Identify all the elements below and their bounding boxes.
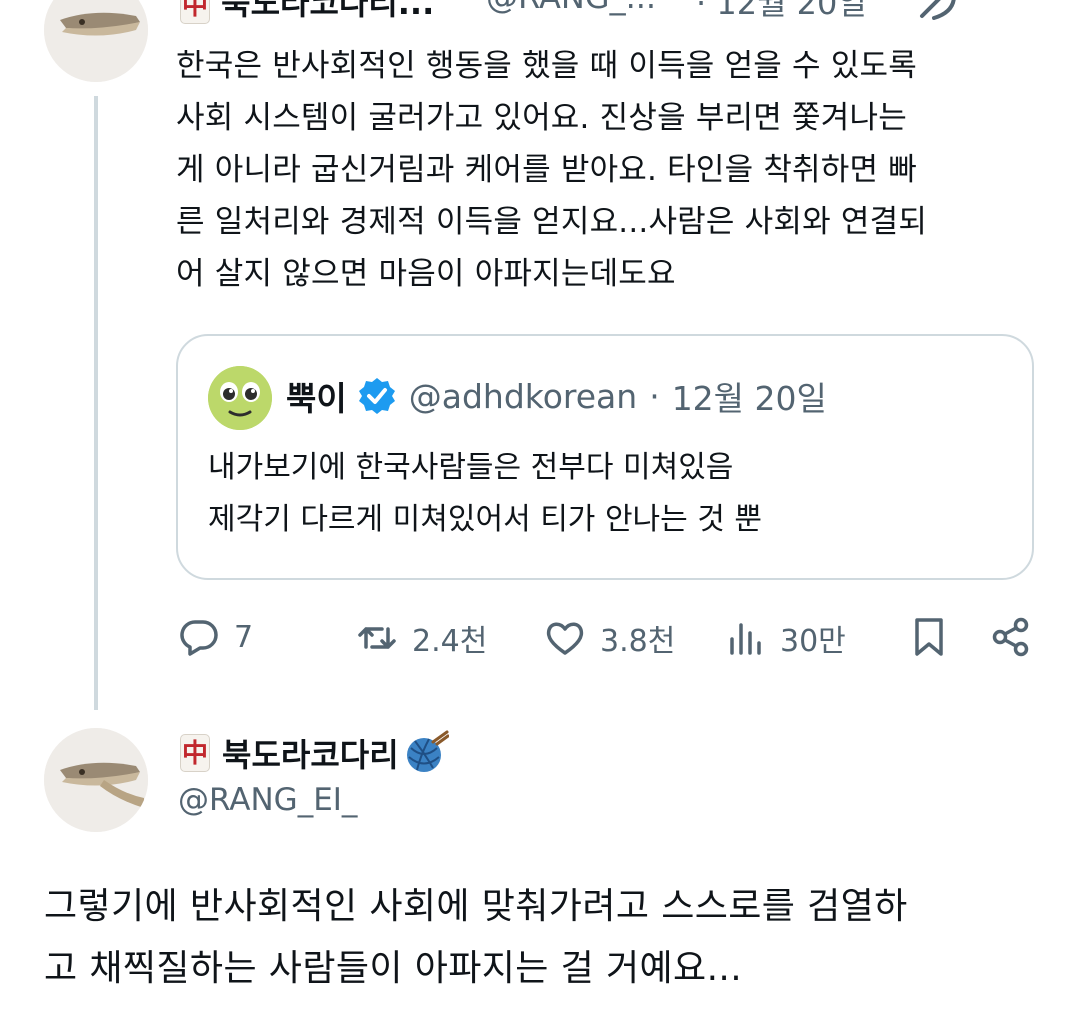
tweet-text-line: 게 아니라 굽신거림과 케어를 받아요. 타인을 착취하면 빠 (176, 152, 917, 188)
tweet-text-line: 한국은 반사회적인 행동을 했을 때 이득을 얻을 수 있도록 (176, 48, 917, 84)
bookmark-icon (915, 618, 943, 656)
quoted-tweet-header: 뿍이 @adhdkorean · 12월 20일 (286, 372, 827, 420)
quoted-tweet-date[interactable]: 12월 20일 (672, 372, 827, 420)
focus-author-name[interactable]: 中 북도라코다리 (180, 730, 449, 776)
grok-icon[interactable] (914, 0, 962, 20)
tweet-text-line: 고 채찍질하는 사람들이 아파지는 걸 거예요... (44, 948, 743, 989)
views-icon (730, 623, 761, 655)
quoted-tweet-text: 내가보기에 한국사람들은 전부다 미쳐있음 제각기 다르게 미쳐있어서 티가 안… (208, 442, 762, 546)
tweet-text-line: 어 살지 않으면 마음이 아파지는데도요 (176, 256, 676, 292)
views-button[interactable]: 30만 (724, 616, 846, 660)
tweet-text-line: 그렇기에 반사회적인 사회에 맞춰가려고 스스로를 검열하 (44, 886, 908, 927)
heart-icon (546, 622, 584, 655)
thread-author-handle[interactable]: @RANG_... (486, 0, 656, 16)
quoted-author-name[interactable]: 뿍이 (286, 372, 347, 420)
mahjong-badge-icon: 中 (180, 0, 210, 24)
focus-tweet-text: 그렇기에 반사회적인 사회에 맞춰가려고 스스로를 검열하 고 채찍질하는 사람… (44, 876, 908, 1000)
views-count: 30만 (780, 624, 846, 659)
thread-tweet-text: 한국은 반사회적인 행동을 했을 때 이득을 얻을 수 있도록 사회 시스템이 … (176, 40, 1046, 300)
focus-author-name-text: 북도라코다리 (222, 736, 399, 774)
avatar-rang-focus[interactable] (44, 728, 148, 832)
thread-author-name-text: 북도라코다리... (221, 0, 435, 22)
reply-button[interactable]: 7 (178, 616, 253, 658)
tweet-text-line: 사회 시스템이 굴러가고 있어요. 진상을 부리면 쫓겨나는 (176, 100, 907, 136)
like-count: 3.8천 (600, 624, 676, 659)
quoted-avatar (208, 366, 272, 430)
quoted-author-handle[interactable]: @adhdkorean (409, 377, 637, 416)
share-icon (992, 617, 1029, 657)
repost-icon (358, 627, 396, 649)
share-button[interactable] (990, 616, 1046, 658)
reply-icon (180, 620, 218, 656)
repost-count: 2.4천 (412, 624, 488, 659)
like-button[interactable]: 3.8천 (544, 616, 675, 660)
reply-count: 7 (234, 619, 254, 655)
verified-badge-icon (358, 378, 395, 414)
separator-dot: · (649, 376, 660, 416)
thread-author-name[interactable]: 中 북도라코다리... (180, 0, 434, 24)
more-options-icon[interactable] (988, 0, 1032, 10)
fish-avatar-icon (44, 0, 148, 82)
repost-button[interactable]: 2.4천 (356, 616, 487, 660)
fish-avatar-icon (44, 728, 148, 832)
bookmark-button[interactable] (908, 616, 964, 658)
focus-author-handle[interactable]: @RANG_EI_ (178, 782, 357, 818)
yarn-ball-icon (406, 730, 449, 772)
quoted-text-line: 내가보기에 한국사람들은 전부다 미쳐있음 (208, 450, 734, 485)
avatar-rang[interactable] (44, 0, 148, 82)
tweet-text-line: 른 일처리와 경제적 이득을 얻지요...사람은 사회와 연결되 (176, 204, 928, 240)
thread-connector-line (94, 96, 98, 710)
crying-face-icon (208, 366, 272, 430)
quoted-tweet-card[interactable]: 뿍이 @adhdkorean · 12월 20일 내가보기에 한국사람들은 전부… (176, 334, 1034, 580)
mahjong-badge-icon: 中 (180, 734, 210, 772)
quoted-text-line: 제각기 다르게 미쳐있어서 티가 안나는 것 뿐 (208, 502, 763, 537)
thread-tweet-date[interactable]: · 12월 20일 (696, 0, 867, 24)
